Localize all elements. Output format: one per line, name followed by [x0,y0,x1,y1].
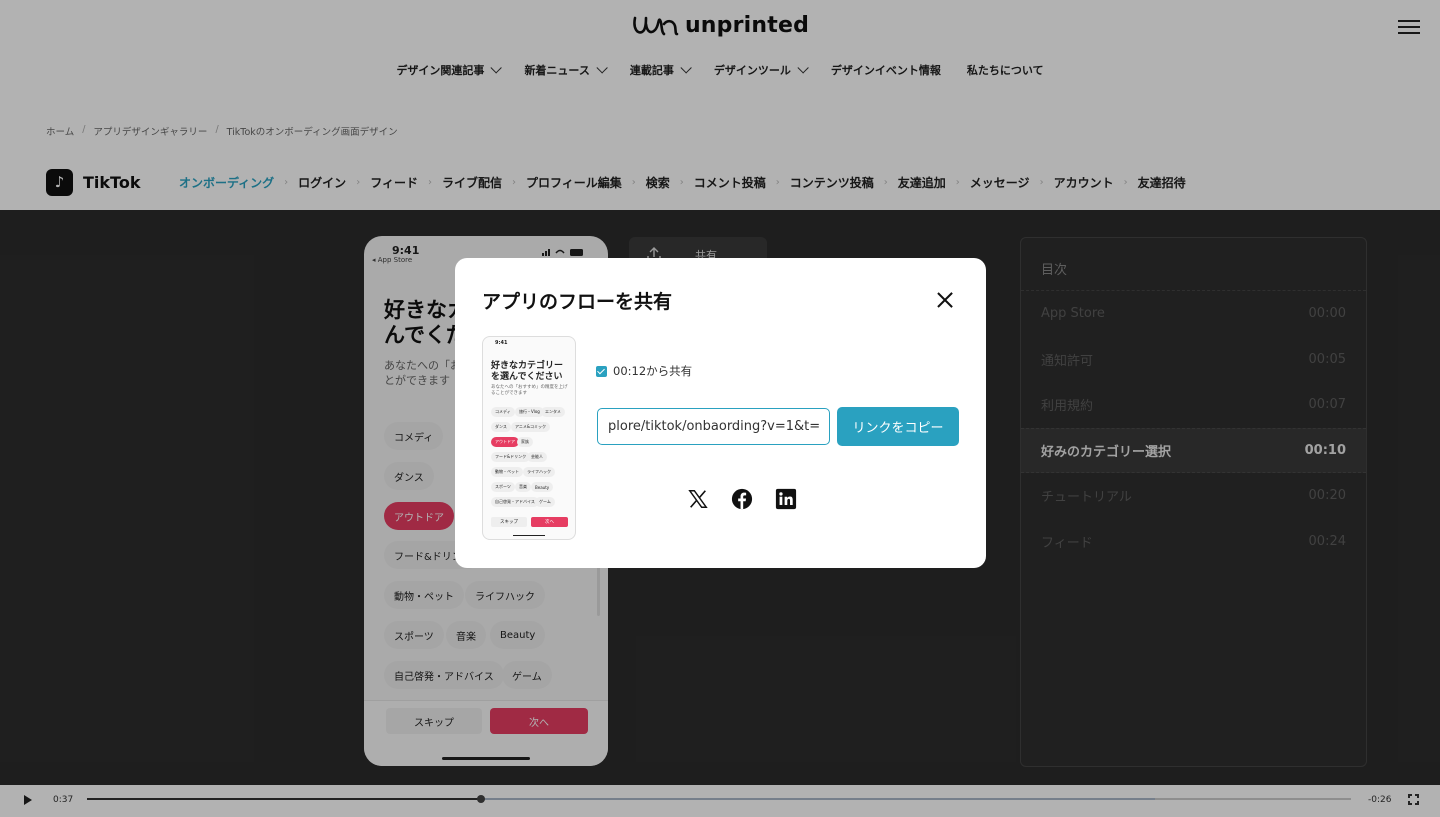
share-from-time-checkbox[interactable] [596,365,607,377]
thumbnail-chip: フード&ドリンク [491,452,531,462]
thumbnail-chip: コメディ [491,407,515,417]
copy-link-button[interactable]: リンクをコピー [837,407,959,446]
thumbnail-chip: 芸能人 [527,452,547,462]
thumbnail-chip: アニメ&コミック [511,422,551,432]
linkedin-icon[interactable] [775,488,797,510]
thumbnail-time: 9:41 [495,340,508,346]
thumbnail-chip: ダンス [491,422,511,432]
thumbnail-chip: 家族 [517,437,533,447]
modal-title: アプリのフローを共有 [482,291,673,313]
thumbnail-skip: スキップ [491,517,527,527]
thumbnail-chip: ライフハック [523,467,555,477]
thumbnail-chip: 動物・ペット [491,467,523,477]
share-from-time-option[interactable]: 00:12から共有 [596,363,692,379]
share-link-input[interactable] [597,408,830,445]
close-icon[interactable] [936,291,954,309]
thumbnail-chip: アウトドア [491,437,519,447]
facebook-icon[interactable] [731,488,753,510]
thumbnail-chip: エンタメ [541,407,565,417]
x-icon[interactable] [687,488,709,510]
share-from-time-label: 00:12から共有 [613,364,693,378]
social-share-buttons [455,488,986,510]
thumbnail-next: 次へ [531,517,568,527]
thumbnail-home-indicator [513,534,545,536]
thumbnail-subtitle: あなたへの「おすすめ」の精度を上げることができます [491,385,568,396]
thumbnail-title: 好きなカテゴリーを選んでください [491,361,564,382]
thumbnail-chip: 旅行・Vlog [515,407,544,417]
share-flow-modal: アプリのフローを共有 9:41 好きなカテゴリーを選んでください あなたへの「お… [455,258,986,568]
